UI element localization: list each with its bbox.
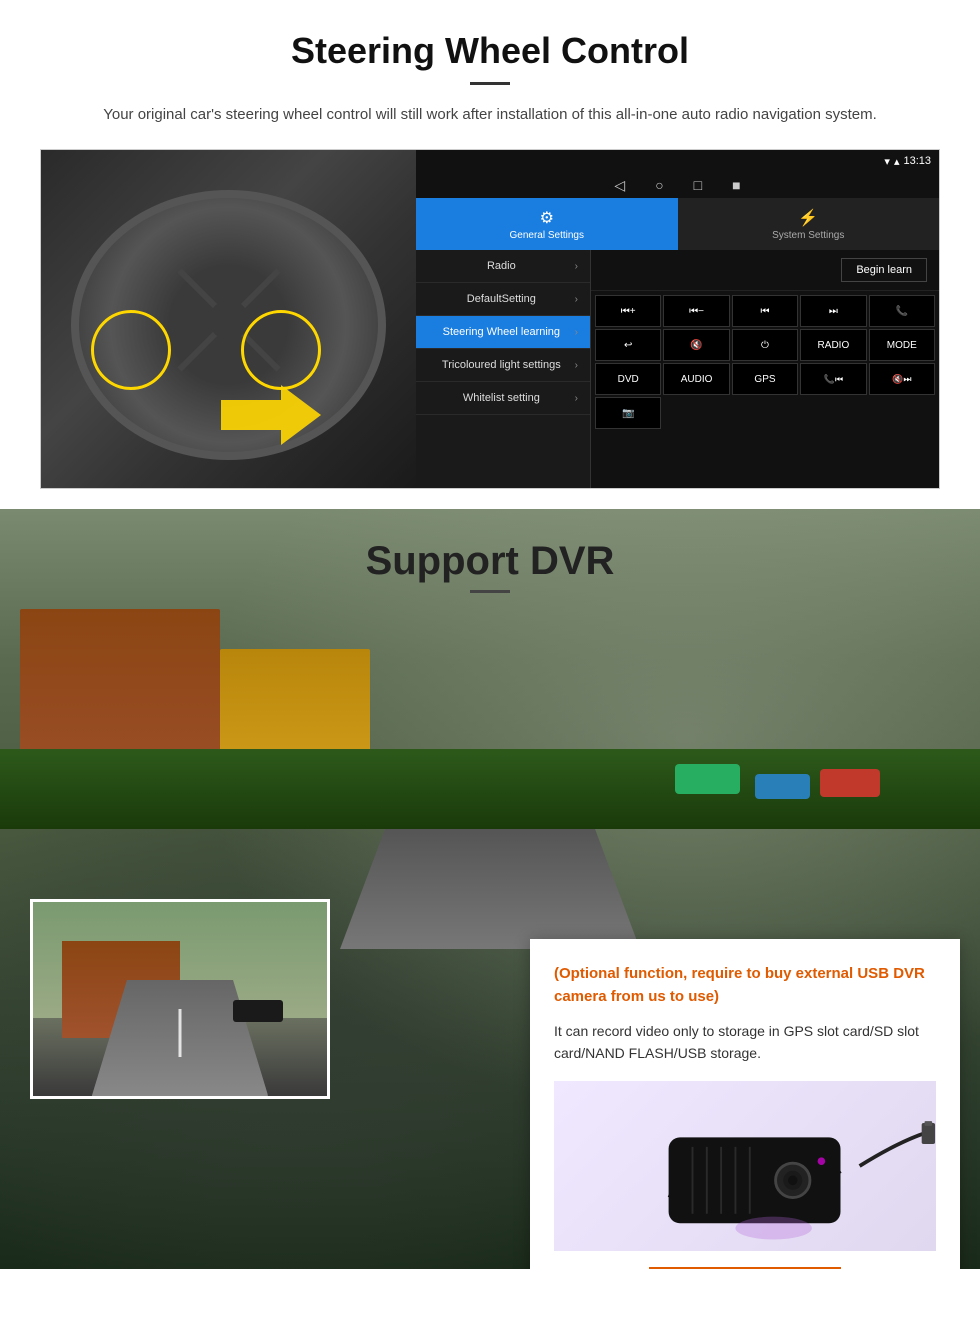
ctrl-next-track[interactable]: ⏭ (800, 295, 866, 327)
ctrl-power[interactable]: ⏻ (732, 329, 798, 361)
chevron-icon-3: › (575, 327, 578, 338)
chevron-icon-4: › (575, 360, 578, 371)
ctrl-dvd[interactable]: DVD (595, 363, 661, 395)
settings-tabs: ⚙ General Settings ⚡ System Settings (416, 198, 939, 250)
ctrl-mode[interactable]: MODE (869, 329, 935, 361)
android-status-bar: ▾ ▴ 13:13 (416, 150, 939, 172)
left-control-circle (91, 310, 171, 390)
street-scene (0, 589, 980, 949)
clock: 13:13 (903, 155, 931, 167)
back-icon: ◁ (614, 177, 625, 194)
section2-divider (470, 590, 510, 593)
android-ui-panel: ▾ ▴ 13:13 ◁ ○ □ ■ ⚙ General Settings ⚡ S… (416, 150, 939, 488)
begin-learn-button[interactable]: Begin learn (841, 258, 927, 282)
ctrl-camera[interactable]: 📷 (595, 397, 661, 429)
inset-road-line (179, 1009, 182, 1058)
menu-item-defaultsetting-label: DefaultSetting (428, 293, 575, 305)
tab-general-label: General Settings (510, 230, 585, 241)
inset-car (233, 1000, 283, 1022)
chevron-icon-5: › (575, 393, 578, 404)
left-menu: Radio › DefaultSetting › Steering Wheel … (416, 250, 591, 488)
home-icon: ○ (655, 177, 663, 193)
dvr-optional-text: (Optional function, require to buy exter… (554, 963, 936, 1008)
ctrl-call[interactable]: 📞 (869, 295, 935, 327)
menu-list: Radio › DefaultSetting › Steering Wheel … (416, 250, 939, 488)
dvr-description: It can record video only to storage in G… (554, 1020, 936, 1065)
menu-item-tricoloured[interactable]: Tricoloured light settings › (416, 349, 590, 382)
arrow-indicator (221, 385, 321, 450)
dvr-camera-image (554, 1081, 936, 1251)
begin-learn-row: Begin learn (591, 250, 939, 291)
menu-item-defaultsetting[interactable]: DefaultSetting › (416, 283, 590, 316)
menu-item-radio-label: Radio (428, 260, 575, 272)
car3 (675, 764, 740, 794)
right-control-circle (241, 310, 321, 390)
tab-general-settings[interactable]: ⚙ General Settings (416, 198, 678, 250)
recents-icon: □ (694, 177, 702, 193)
section1-steering: Steering Wheel Control Your original car… (0, 0, 980, 509)
ctrl-audio[interactable]: AUDIO (663, 363, 729, 395)
ctrl-vol-up[interactable]: ⏮+ (595, 295, 661, 327)
road (340, 829, 640, 949)
steering-wheel-image (41, 150, 416, 489)
section2-title: Support DVR (0, 509, 980, 584)
ctrl-hang-up[interactable]: ↩ (595, 329, 661, 361)
page-title: Steering Wheel Control (40, 30, 940, 72)
section1-subtitle: Your original car's steering wheel contr… (40, 103, 940, 127)
menu-item-whitelist[interactable]: Whitelist setting › (416, 382, 590, 415)
general-settings-icon: ⚙ (540, 208, 554, 228)
signal-icon: ▴ (894, 155, 900, 168)
title-divider (470, 82, 510, 85)
dvr-info-card: (Optional function, require to buy exter… (530, 939, 960, 1269)
ctrl-prev-track[interactable]: ⏮ (732, 295, 798, 327)
car2 (755, 774, 810, 799)
menu-item-steering-label: Steering Wheel learning (428, 326, 575, 338)
ctrl-mute-next[interactable]: 🔇⏭ (869, 363, 935, 395)
dvr-camera-svg (554, 1081, 936, 1251)
tab-system-settings[interactable]: ⚡ System Settings (678, 198, 940, 250)
menu-item-radio[interactable]: Radio › (416, 250, 590, 283)
wifi-icon: ▾ (884, 155, 890, 168)
android-nav-bar: ◁ ○ □ ■ (416, 172, 939, 198)
section2-dvr: Support DVR (Optional function, require … (0, 509, 980, 1269)
control-grid: ⏮+ ⏮− ⏮ ⏭ 📞 ↩ 🔇 ⏻ RADIO MODE DVD AUDIO (591, 291, 939, 433)
ctrl-vol-down[interactable]: ⏮− (663, 295, 729, 327)
chevron-icon-2: › (575, 294, 578, 305)
ctrl-mute[interactable]: 🔇 (663, 329, 729, 361)
ctrl-radio[interactable]: RADIO (800, 329, 866, 361)
menu-icon: ■ (732, 177, 740, 193)
right-panel: Begin learn ⏮+ ⏮− ⏮ ⏭ 📞 ↩ 🔇 ⏻ R (591, 250, 939, 488)
car1 (820, 769, 880, 797)
ui-screenshot: ▾ ▴ 13:13 ◁ ○ □ ■ ⚙ General Settings ⚡ S… (40, 149, 940, 489)
menu-item-steering-wheel[interactable]: Steering Wheel learning › (416, 316, 590, 349)
dvr-inset-view (30, 899, 330, 1099)
hub (209, 300, 249, 340)
ctrl-call-prev[interactable]: 📞⏮ (800, 363, 866, 395)
system-settings-icon: ⚡ (798, 208, 818, 228)
ctrl-gps[interactable]: GPS (732, 363, 798, 395)
chevron-icon: › (575, 261, 578, 272)
optional-function-button[interactable]: Optional Function (649, 1267, 841, 1269)
menu-item-tricoloured-label: Tricoloured light settings (428, 359, 575, 371)
menu-item-whitelist-label: Whitelist setting (428, 392, 575, 404)
tab-system-label: System Settings (772, 230, 844, 241)
